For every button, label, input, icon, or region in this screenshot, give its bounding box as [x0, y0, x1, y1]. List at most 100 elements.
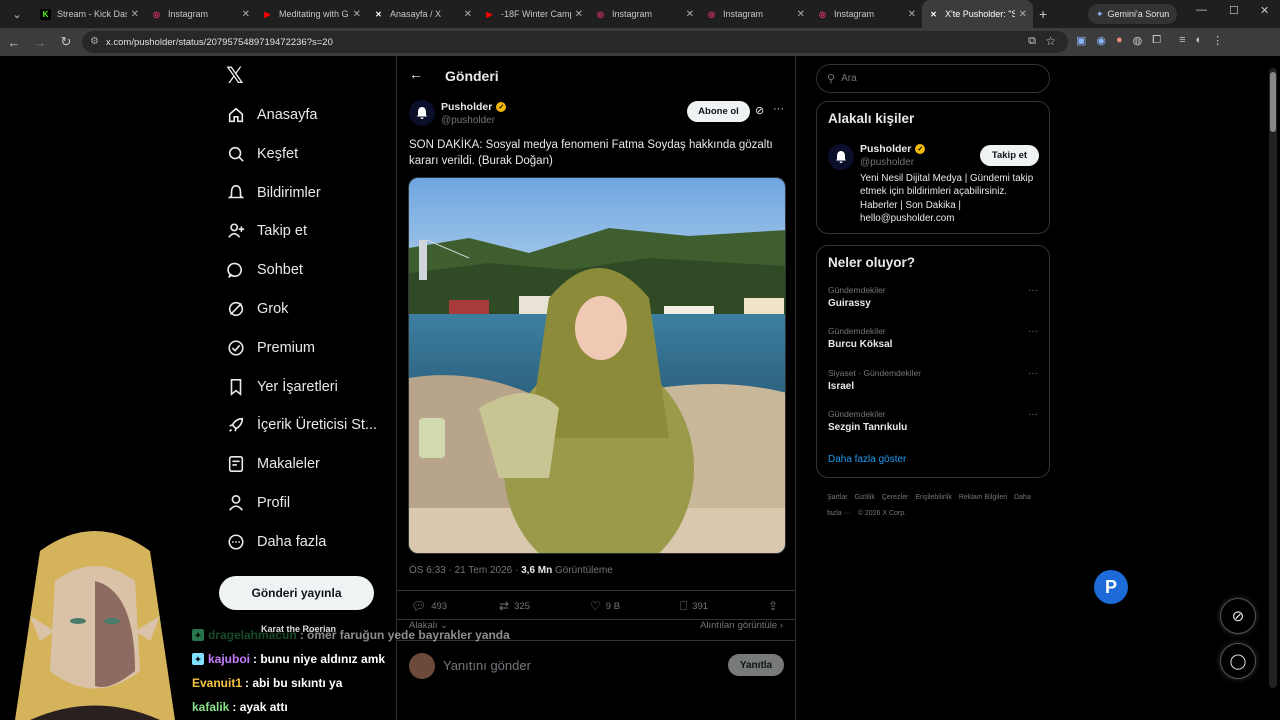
tab-close-icon[interactable]: ✕ — [131, 9, 139, 20]
tab-title: Instagram — [168, 9, 209, 19]
footer-link[interactable]: Çerezler — [882, 494, 908, 501]
more-options-icon[interactable]: ··· — [773, 103, 784, 115]
browser-tab[interactable]: ✕ X'te Pusholder: "S ✕ — [922, 0, 1033, 28]
nav-item-home[interactable]: Anasayfa — [226, 100, 317, 130]
extension-icon[interactable]: ◉ — [1096, 34, 1106, 47]
reply-button[interactable]: Yanıtla — [728, 654, 784, 676]
install-icon[interactable]: ⧉ — [1028, 35, 1036, 48]
nav-item-article[interactable]: Makaleler — [226, 449, 320, 479]
trend-item[interactable]: Siyaset · Gündemdekiler Israel ··· — [828, 368, 1038, 392]
url-input[interactable]: ⚙ x.com/pusholder/status/207957548971947… — [82, 31, 1068, 53]
tab-close-icon[interactable]: ✕ — [575, 9, 583, 20]
media-control-icon[interactable]: ≡ — [1179, 34, 1185, 47]
browser-tab[interactable]: ▶ Meditating with G ✕ — [256, 0, 367, 28]
extension-icon[interactable]: ◍ — [1133, 34, 1143, 47]
post-image[interactable] — [408, 177, 786, 554]
nav-item-grok[interactable]: Grok — [226, 294, 288, 324]
tab-close-icon[interactable]: ✕ — [1019, 9, 1027, 20]
back-icon[interactable]: ← — [2, 35, 26, 50]
view-quotes-link[interactable]: Alıntıları görüntüle › — [700, 620, 783, 631]
footer-link[interactable]: Erişilebilirlik — [915, 494, 952, 501]
footer-link[interactable]: Gizlilik — [855, 494, 875, 501]
bookmark-action[interactable]: ⎕ 391 — [680, 599, 708, 614]
reply-action[interactable]: 💬︎ 493 — [411, 599, 447, 613]
footer-link[interactable]: © 2026 X Corp. — [858, 510, 906, 517]
tab-close-icon[interactable]: ✕ — [686, 9, 694, 20]
nav-item-bell[interactable]: Bildirimler — [226, 178, 321, 208]
footer-link[interactable]: Reklam Bilgileri — [959, 494, 1007, 501]
x-logo-icon[interactable]: 𝕏 — [226, 64, 244, 89]
post-button[interactable]: Gönderi yayınla — [219, 576, 374, 610]
browser-tab[interactable]: ◎ Instagram ✕ — [589, 0, 700, 28]
more-options-icon[interactable]: ··· — [1028, 368, 1038, 379]
show-more-link[interactable]: Daha fazla göster — [828, 454, 906, 465]
close-window-icon[interactable]: ✕ — [1260, 4, 1269, 17]
tab-close-icon[interactable]: ✕ — [464, 9, 472, 20]
nav-item-profile[interactable]: Profil — [226, 488, 290, 518]
footer-link[interactable]: Şartlar — [827, 494, 848, 501]
more-options-icon[interactable]: ··· — [1028, 285, 1038, 296]
person-avatar[interactable] — [828, 144, 854, 170]
nav-item-search[interactable]: Keşfet — [226, 139, 298, 169]
person-name[interactable]: Pusholder ✓ — [860, 143, 926, 155]
tab-close-icon[interactable]: ✕ — [908, 9, 916, 20]
extension-icon[interactable]: ● — [1116, 34, 1123, 47]
trend-item[interactable]: Gündemdekiler Burcu Köksal ··· — [828, 326, 1038, 350]
author-avatar[interactable] — [409, 100, 435, 126]
messages-float-icon[interactable]: ◯ — [1220, 643, 1256, 679]
instagram-icon: ◎ — [708, 9, 715, 19]
minimize-icon[interactable]: — — [1196, 4, 1207, 16]
nav-item-rocket[interactable]: İçerik Üreticisi St... — [226, 410, 377, 440]
repost-action[interactable]: ⇄ 325 — [499, 599, 530, 613]
nav-item-bookmark[interactable]: Yer İşaretleri — [226, 372, 338, 402]
browser-tab[interactable]: ◎ Instagram ✕ — [811, 0, 922, 28]
browser-tab[interactable]: K Stream - Kick Dash ✕ — [34, 0, 145, 28]
share-action[interactable]: ⇪ — [768, 599, 783, 613]
more-options-icon[interactable]: ··· — [1028, 326, 1038, 337]
site-info-icon[interactable]: ⚙ — [90, 36, 99, 47]
follow-button[interactable]: Takip et — [980, 145, 1039, 166]
forward-icon[interactable]: → — [28, 35, 52, 50]
post-timestamp[interactable]: ÖS 6:33 · 21 Tem 2026 · — [409, 565, 518, 576]
extensions-puzzle-icon[interactable]: ⧠ — [1152, 34, 1161, 47]
scrollbar-thumb[interactable] — [1270, 72, 1276, 132]
browser-tab[interactable]: ◎ Instagram ✕ — [700, 0, 811, 28]
nav-item-chat[interactable]: Sohbet — [226, 255, 303, 285]
nav-item-more-circle[interactable]: Daha fazla — [226, 527, 326, 557]
tab-search-icon[interactable]: ⌄ — [6, 3, 28, 25]
tab-close-icon[interactable]: ✕ — [242, 9, 250, 20]
like-action[interactable]: ♡ 9 B — [590, 599, 620, 613]
bookmark-star-icon[interactable]: ☆ — [1045, 34, 1056, 48]
person-handle[interactable]: @pusholder — [860, 157, 914, 168]
share-icon: ⇪ — [768, 599, 779, 613]
gemini-button[interactable]: ✦ Gemini'a Sorun — [1088, 4, 1178, 24]
nav-item-follow[interactable]: Takip et — [226, 216, 307, 246]
subscribe-button[interactable]: Abone ol — [687, 101, 750, 122]
author-handle[interactable]: @pusholder — [441, 115, 495, 126]
reload-icon[interactable]: ↻ — [54, 34, 78, 50]
grok-float-icon[interactable]: ⊘ — [1220, 598, 1256, 634]
new-tab-button[interactable]: + — [1039, 6, 1047, 22]
nav-item-premium[interactable]: Premium — [226, 333, 315, 363]
browser-menu-icon[interactable]: ⋮ — [1212, 34, 1223, 47]
profile-avatar-icon[interactable]: ◐ — [1196, 34, 1203, 47]
grok-explain-icon[interactable]: ⊘ — [755, 104, 764, 117]
trend-item[interactable]: Gündemdekiler Sezgin Tanrıkulu ··· — [828, 409, 1038, 433]
more-options-icon[interactable]: ··· — [1028, 409, 1038, 420]
tab-close-icon[interactable]: ✕ — [797, 9, 805, 20]
pushholder-extension-icon[interactable]: P — [1094, 570, 1128, 604]
author-name[interactable]: Pusholder ✓ — [441, 101, 507, 113]
browser-tab[interactable]: ▶ -18F Winter Camp ✕ — [478, 0, 589, 28]
instagram-icon: ◎ — [153, 9, 160, 19]
page-scrollbar[interactable] — [1269, 68, 1277, 688]
tab-close-icon[interactable]: ✕ — [353, 9, 361, 20]
maximize-icon[interactable]: ☐ — [1229, 4, 1239, 17]
extension-icon[interactable]: ▣ — [1076, 34, 1086, 47]
author-name-text: Pusholder — [441, 101, 493, 113]
browser-tab[interactable]: ✕ Anasayfa / X ✕ — [367, 0, 478, 28]
browser-tab[interactable]: ◎ Instagram ✕ — [145, 0, 256, 28]
trend-item[interactable]: Gündemdekiler Guirassy ··· — [828, 285, 1038, 309]
back-arrow-icon[interactable]: ← — [409, 66, 423, 82]
like-count: 9 B — [605, 600, 621, 612]
search-input[interactable]: ⚲ Ara — [816, 64, 1050, 93]
